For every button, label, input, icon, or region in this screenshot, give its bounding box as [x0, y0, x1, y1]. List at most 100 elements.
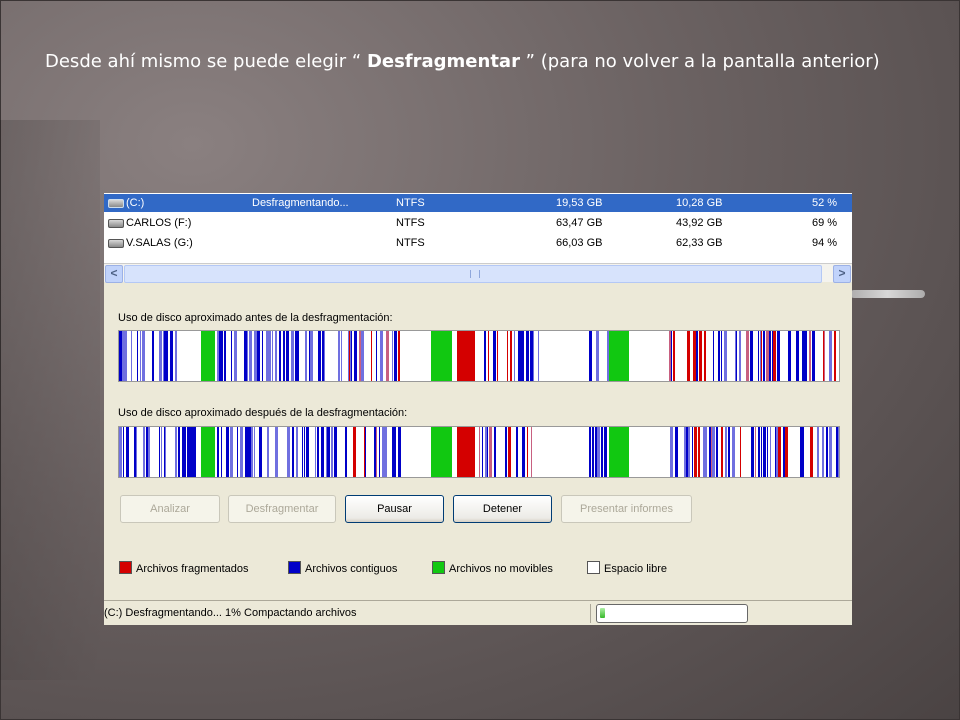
disk-map-stripe: [716, 427, 718, 477]
legend-label: Archivos fragmentados: [136, 563, 249, 575]
disk-map-stripe: [292, 427, 294, 477]
disk-map-stripe: [287, 427, 290, 477]
disk-map-stripe: [398, 331, 400, 381]
volume-row-f[interactable]: CARLOS (F:) NTFS 63,47 GB 43,92 GB 69 %: [104, 214, 852, 232]
disk-map-stripe: [376, 427, 377, 477]
disk-map-stripe: [123, 427, 124, 477]
volume-row-c[interactable]: (C:) Desfragmentando... NTFS 19,53 GB 10…: [104, 194, 852, 212]
disk-map-stripe: [479, 427, 480, 477]
disk-map-stripe: [494, 427, 496, 477]
disk-map-stripe: [489, 427, 492, 477]
legend-swatch: [432, 561, 445, 574]
hard-drive-icon: [108, 219, 124, 228]
volume-free-percent: 94 %: [812, 237, 838, 249]
disk-map-stripe: [125, 331, 127, 381]
disk-map-stripe: [596, 331, 599, 381]
volume-capacity: 66,03 GB: [556, 237, 603, 249]
volume-filesystem: NTFS: [396, 197, 425, 209]
disk-map-stripe: [673, 331, 675, 381]
view-report-button[interactable]: Presentar informes: [561, 495, 692, 523]
disk-map-stripe: [257, 331, 260, 381]
disk-map-stripe: [431, 427, 452, 477]
caption-text-bold: Desfragmentar: [366, 51, 520, 72]
disk-map-stripe: [159, 427, 160, 477]
disk-map-stripe: [317, 427, 319, 477]
disk-map-stripe: [706, 427, 707, 477]
disk-map-stripe: [521, 331, 524, 381]
disk-map-stripe: [671, 331, 672, 381]
disk-map-stripe: [262, 331, 263, 381]
disk-map-stripe: [778, 427, 781, 477]
volume-row-g[interactable]: V.SALAS (G:) NTFS 66,03 GB 62,33 GB 94 %: [104, 234, 852, 252]
legend-contiguous: Archivos contiguos: [288, 561, 397, 576]
disk-map-stripe: [251, 427, 253, 477]
disk-map-stripe: [725, 427, 727, 477]
disk-map-stripe: [687, 331, 690, 381]
disk-map-stripe: [431, 331, 452, 381]
disk-map-stripe: [802, 427, 804, 477]
disk-map-stripe: [323, 427, 324, 477]
scroll-left-button[interactable]: <: [105, 265, 123, 283]
defragment-button[interactable]: Desfragmentar: [228, 495, 336, 523]
pause-button[interactable]: Pausar: [345, 495, 444, 523]
disk-map-stripe: [824, 331, 825, 381]
volume-filesystem: NTFS: [396, 237, 425, 249]
disk-map-stripe: [161, 427, 162, 477]
disk-map-stripe: [718, 331, 720, 381]
disk-map-stripe: [231, 331, 232, 381]
disk-map-stripe: [349, 331, 350, 381]
disk-map-stripe: [531, 427, 532, 477]
stop-button[interactable]: Detener: [453, 495, 552, 523]
volume-capacity: 19,53 GB: [556, 197, 603, 209]
disk-map-stripe: [497, 331, 498, 381]
disk-map-stripe: [592, 427, 594, 477]
volume-name: CARLOS (F:): [126, 217, 192, 229]
disk-map-stripe: [201, 427, 215, 477]
disk-map-stripe: [148, 427, 150, 477]
scrollbar-thumb[interactable]: [124, 265, 822, 283]
disk-map-stripe: [221, 427, 222, 477]
disk-map-stripe: [712, 427, 715, 477]
disk-map-stripe: [240, 427, 243, 477]
volume-status: Desfragmentando...: [252, 197, 349, 209]
horizontal-scrollbar[interactable]: < >: [104, 263, 852, 283]
disk-map-stripe: [750, 331, 753, 381]
disk-map-stripe: [178, 427, 180, 477]
disk-map-stripe: [304, 427, 305, 477]
disk-map-stripe: [394, 427, 396, 477]
disk-map-stripe: [699, 331, 702, 381]
legend-swatch: [587, 561, 600, 574]
disk-map-stripe: [726, 331, 727, 381]
disk-map-stripe: [770, 427, 771, 477]
scroll-right-button[interactable]: >: [833, 265, 851, 283]
disk-map-stripe: [785, 427, 788, 477]
disk-map-stripe: [267, 427, 269, 477]
disk-map-stripe: [761, 427, 762, 477]
disk-map-stripe: [838, 427, 839, 477]
disk-map-stripe: [696, 331, 698, 381]
disk-map-stripe: [175, 331, 177, 381]
volume-free-percent: 69 %: [812, 217, 838, 229]
disk-map-stripe: [493, 331, 496, 381]
status-text: (C:) Desfragmentando... 1% Compactando a…: [104, 607, 357, 619]
disk-map-stripe: [739, 331, 741, 381]
disk-map-stripe: [457, 427, 475, 477]
disk-map-stripe: [510, 331, 512, 381]
disk-map-stripe: [761, 331, 762, 381]
volume-free-space: 10,28 GB: [676, 197, 723, 209]
disk-map-stripe: [589, 427, 591, 477]
disk-map-stripe: [230, 427, 233, 477]
disk-map-stripe: [131, 331, 132, 381]
disk-map-stripe: [175, 427, 177, 477]
disk-map-stripe: [507, 331, 508, 381]
disk-map-stripe: [713, 331, 714, 381]
legend-free-space: Espacio libre: [587, 561, 667, 576]
disk-map-stripe: [286, 331, 289, 381]
disk-map-stripe: [249, 331, 252, 381]
analyze-button[interactable]: Analizar: [120, 495, 220, 523]
disk-map-stripe: [224, 331, 226, 381]
legend-label: Archivos contiguos: [305, 563, 398, 575]
disk-map-stripe: [394, 331, 397, 381]
map-before-label: Uso de disco aproximado antes de la desf…: [118, 312, 393, 324]
disk-map-stripe: [318, 331, 321, 381]
